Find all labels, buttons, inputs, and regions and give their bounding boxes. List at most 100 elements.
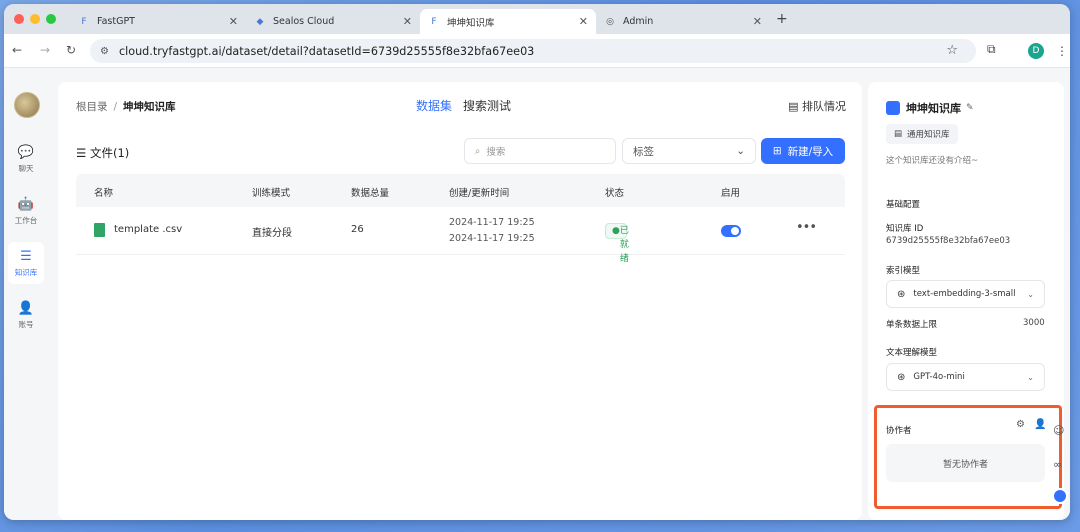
dataset-description[interactable]: 这个知识库还没有介绍~: [886, 154, 978, 166]
tab-sealos[interactable]: ◆ Sealos Cloud ✕: [246, 9, 420, 34]
basic-config-heading: 基础配置: [886, 200, 921, 210]
breadcrumb-separator: /: [113, 101, 118, 113]
site-settings-icon[interactable]: ⚙: [100, 46, 109, 57]
globe-icon: ◎: [606, 16, 614, 27]
user-icon: 👤: [17, 300, 35, 316]
index-model-select[interactable]: ⊛ text-embedding-3-small ⌄: [886, 280, 1045, 308]
app-sidebar: 💬 聊天 🤖 工作台 ☰ 知识库 👤 账号: [4, 68, 52, 520]
chevron-down-icon: ⌄: [1027, 372, 1034, 382]
edit-icon[interactable]: ✎: [966, 103, 974, 113]
tab-title: FastGPT: [97, 16, 135, 27]
file-name[interactable]: template .csv: [114, 224, 182, 235]
bookmark-star-icon[interactable]: ☆: [946, 43, 958, 58]
dataset-type-chip: ▤ 通用知识库: [886, 124, 958, 144]
fastgpt-logo-icon: F: [431, 16, 437, 27]
tab-search-test[interactable]: 搜索测试: [463, 97, 511, 114]
close-icon[interactable]: ✕: [229, 15, 238, 28]
max-chunk-label: 单条数据上限: [886, 320, 938, 330]
close-icon[interactable]: ✕: [753, 15, 762, 28]
breadcrumb: 根目录 / 坤坤知识库: [76, 99, 176, 114]
tab-dataset[interactable]: F 坤坤知识库 ✕: [420, 9, 596, 34]
minimize-window-button[interactable]: [30, 14, 40, 24]
tab-title: Sealos Cloud: [273, 16, 335, 27]
user-avatar[interactable]: [14, 92, 40, 118]
sidebar-item-label: 账号: [18, 319, 34, 329]
table-header: 名称 训练模式 数据总量 创建/更新时间 状态 启用: [76, 174, 845, 207]
sidebar-item-dataset[interactable]: ☰ 知识库: [8, 242, 44, 284]
upload-folder-icon: ⊞: [772, 145, 782, 157]
more-options-icon[interactable]: •••: [796, 220, 817, 235]
tab-title: 坤坤知识库: [447, 17, 495, 29]
floating-chat-button[interactable]: [1052, 488, 1068, 504]
tab-admin[interactable]: ◎ Admin ✕: [596, 9, 770, 34]
column-header-enabled: 启用: [721, 188, 741, 199]
breadcrumb-root[interactable]: 根目录: [76, 101, 108, 113]
reload-icon[interactable]: ↻: [66, 43, 76, 57]
close-icon[interactable]: ✕: [579, 15, 588, 28]
enable-toggle[interactable]: [721, 225, 741, 237]
csv-file-icon: [94, 223, 105, 237]
new-import-label: 新建/导入: [787, 145, 834, 158]
dataset-avatar-icon: [886, 101, 900, 115]
tab-dataset-collection[interactable]: 数据集: [416, 97, 452, 114]
files-heading: ☰ 文件(1): [76, 145, 129, 161]
status-text: 已就绪: [619, 226, 629, 264]
dataset-name: 坤坤知识库: [906, 102, 961, 115]
collaborators-highlight-box: [874, 405, 1062, 509]
panel-title: 坤坤知识库 ✎: [886, 100, 974, 116]
column-header-name[interactable]: 名称: [94, 185, 113, 199]
floating-link-icon[interactable]: ∞: [1053, 458, 1062, 471]
index-model-value: text-embedding-3-small: [913, 289, 1016, 299]
created-time: 2024-11-17 19:25: [449, 217, 535, 228]
search-icon: ⌕: [475, 145, 481, 157]
chat-icon: 💬: [17, 144, 35, 160]
openai-icon: ⊛: [897, 371, 906, 383]
table-row[interactable]: template .csv 直接分段 26 2024-11-17 19:25 2…: [76, 207, 845, 264]
search-input[interactable]: ⌕ 搜索: [464, 138, 616, 164]
openai-icon: ⊛: [897, 288, 906, 300]
dataset-id-label: 知识库 ID: [886, 224, 924, 234]
address-bar[interactable]: ⚙ cloud.tryfastgpt.ai/dataset/detail?dat…: [90, 39, 976, 63]
dataset-main-panel: 根目录 / 坤坤知识库 数据集 搜索测试 ▤ 排队情况 ☰ 文件(1) ⌕ 搜索 标…: [58, 82, 862, 520]
column-header-time[interactable]: 创建/更新时间: [449, 185, 509, 199]
tag-select-value: 标签: [633, 145, 654, 158]
forward-arrow-icon[interactable]: →: [40, 43, 50, 57]
tab-fastgpt[interactable]: F FastGPT ✕: [70, 9, 246, 34]
chevron-down-icon: ⌄: [1027, 289, 1034, 299]
back-arrow-icon[interactable]: ←: [12, 43, 22, 57]
text-model-select[interactable]: ⊛ GPT-4o-mini ⌄: [886, 363, 1045, 391]
sidebar-item-account[interactable]: 👤 账号: [8, 294, 44, 336]
floating-help-icon[interactable]: ☺: [1053, 424, 1064, 437]
data-count: 26: [351, 224, 364, 235]
maximize-window-button[interactable]: [46, 14, 56, 24]
browser-toolbar: ← → ↻ ⚙ cloud.tryfastgpt.ai/dataset/deta…: [4, 34, 1070, 68]
dataset-type-icon: ▤: [894, 129, 903, 139]
updated-time: 2024-11-17 19:25: [449, 233, 535, 244]
text-model-label: 文本理解模型: [886, 348, 938, 358]
files-count-label: 文件(1): [89, 146, 130, 160]
sidebar-item-workbench[interactable]: 🤖 工作台: [8, 190, 44, 232]
new-tab-button[interactable]: +: [776, 11, 788, 27]
close-window-button[interactable]: [14, 14, 24, 24]
queue-status-button[interactable]: ▤ 排队情况: [788, 98, 846, 114]
new-import-button[interactable]: ⊞ 新建/导入: [761, 138, 845, 164]
robot-icon: 🤖: [17, 196, 35, 212]
sidebar-item-chat[interactable]: 💬 聊天: [8, 138, 44, 180]
sealos-logo-icon: ◆: [256, 16, 264, 27]
close-icon[interactable]: ✕: [403, 15, 412, 28]
training-mode: 直接分段: [252, 228, 292, 239]
browser-menu-icon[interactable]: ⋮: [1056, 44, 1068, 58]
dataset-type-label: 通用知识库: [907, 130, 950, 140]
extensions-icon[interactable]: ⧉: [987, 42, 996, 57]
window-controls: [14, 14, 56, 24]
column-header-status: 状态: [605, 188, 625, 199]
tag-select[interactable]: 标签 ⌄: [622, 138, 756, 164]
chevron-down-icon: ⌄: [736, 145, 745, 157]
status-badge: ● 已就绪: [605, 223, 629, 264]
dataset-id-value[interactable]: 6739d25555f8e32bfa67ee03: [886, 236, 1010, 246]
column-header-count: 数据总量: [351, 188, 390, 199]
search-placeholder: 搜索: [486, 147, 506, 158]
tab-title: Admin: [623, 16, 654, 27]
sidebar-item-label: 工作台: [14, 215, 38, 225]
profile-avatar[interactable]: D: [1028, 43, 1044, 59]
